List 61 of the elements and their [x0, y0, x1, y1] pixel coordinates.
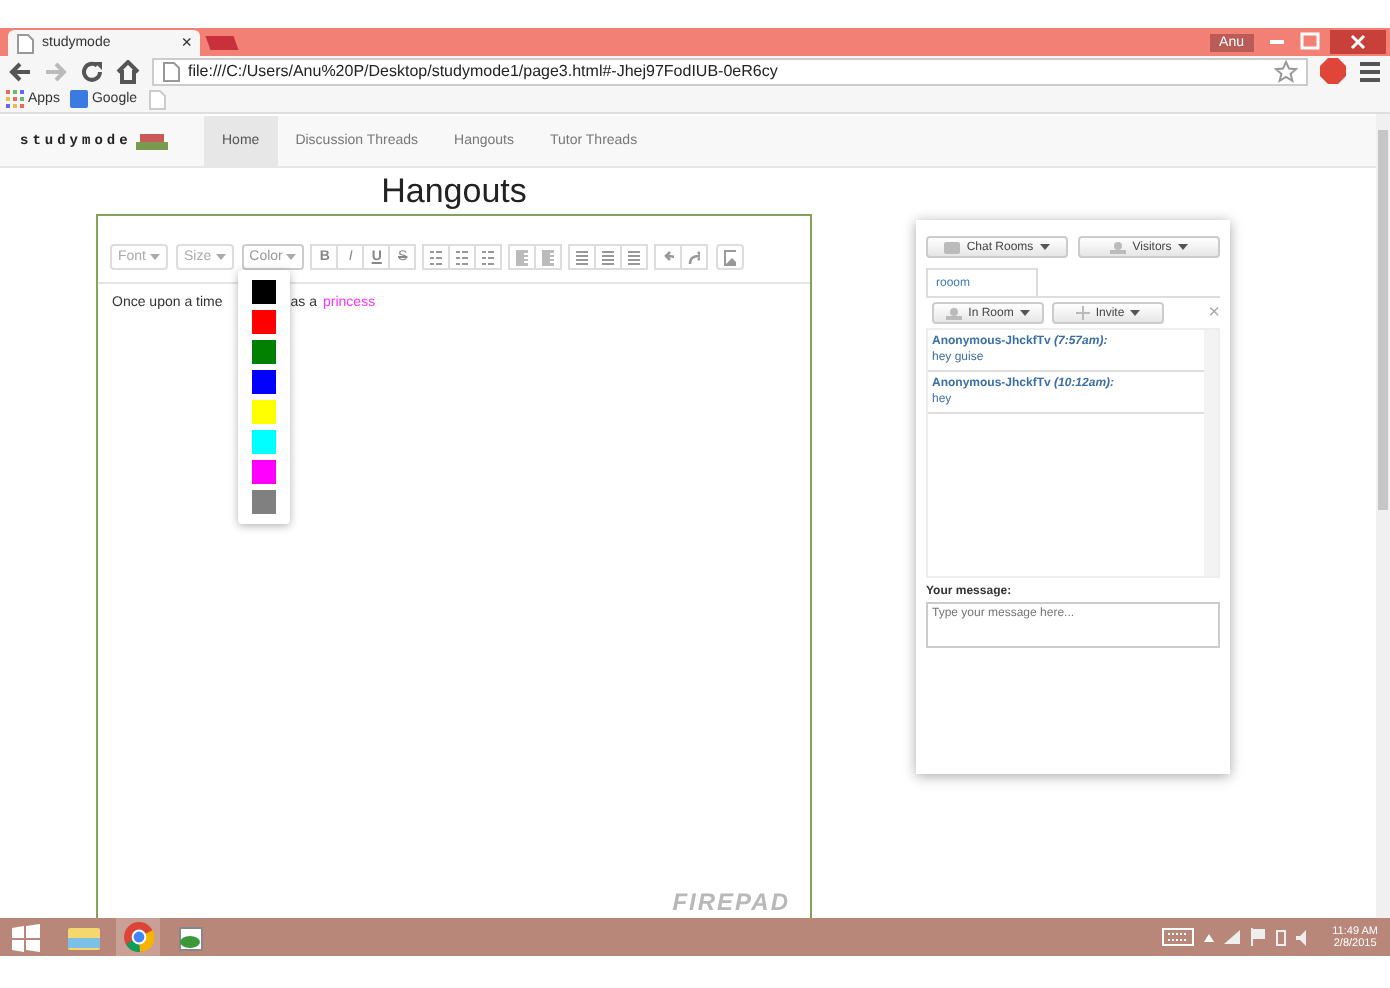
color-swatch[interactable]: [252, 280, 276, 304]
books-icon: [135, 131, 168, 151]
color-swatch[interactable]: [252, 460, 276, 484]
color-swatch[interactable]: [252, 400, 276, 424]
redo-icon[interactable]: [680, 244, 709, 270]
page-title: Hangouts: [381, 172, 527, 212]
caret-icon: [1130, 310, 1141, 316]
address-bar[interactable]: file:///C:/Users/Anu%20P/Desktop/studymode1/page3.html#-Jhej97FodIUB-0eR6cy: [152, 57, 1308, 85]
signal-icon[interactable]: [1224, 930, 1241, 944]
caret-icon: [1019, 310, 1030, 316]
color-swatch[interactable]: [252, 490, 276, 514]
adblock-icon[interactable]: [1320, 58, 1346, 84]
people-icon: [946, 307, 963, 319]
align-center-icon[interactable]: [594, 244, 623, 270]
caret-icon: [150, 254, 161, 260]
color-swatch[interactable]: [252, 310, 276, 334]
home-icon[interactable]: [116, 59, 140, 83]
align-left-icon[interactable]: [568, 244, 597, 270]
image-icon[interactable]: [716, 244, 745, 270]
new-tab-button[interactable]: [205, 36, 239, 50]
align-right-icon[interactable]: [620, 244, 649, 270]
paint-icon: [178, 923, 206, 951]
speaker-icon[interactable]: [1296, 929, 1311, 945]
people-icon: [1110, 241, 1127, 253]
indent-icon[interactable]: [508, 244, 537, 270]
taskbar-app[interactable]: [116, 918, 160, 956]
back-icon[interactable]: [8, 59, 32, 83]
chrome-icon: [123, 922, 153, 952]
undo-icon[interactable]: [654, 244, 683, 270]
star-icon[interactable]: [1274, 59, 1298, 83]
numbered-list-icon[interactable]: [448, 244, 477, 270]
color-swatch[interactable]: [252, 340, 276, 364]
flag-icon[interactable]: [1250, 928, 1267, 946]
firepad-watermark: FIREPAD: [672, 888, 790, 916]
reload-icon[interactable]: [80, 59, 104, 83]
color-swatch[interactable]: [252, 370, 276, 394]
keyboard-icon[interactable]: [1162, 928, 1195, 946]
close-tab-button[interactable]: ×: [181, 34, 192, 52]
caret-icon: [1039, 244, 1050, 250]
color-swatch[interactable]: [252, 430, 276, 454]
menu-icon[interactable]: [1358, 59, 1382, 83]
todo-list-icon[interactable]: [474, 244, 503, 270]
caret-icon: [215, 254, 226, 260]
windows-start-icon[interactable]: [12, 923, 40, 951]
apps-grid-icon: [6, 90, 24, 108]
url-text: file:///C:/Users/Anu%20P/Desktop/studymode1/page3.html#-Jhej97FodIUB-0eR6cy: [188, 62, 778, 80]
battery-icon[interactable]: [1276, 929, 1287, 945]
forward-icon[interactable]: [44, 59, 68, 83]
outdent-icon[interactable]: [534, 244, 563, 270]
scrollbar[interactable]: [1204, 330, 1218, 576]
caret-icon: [1177, 244, 1188, 250]
window-controls-icon[interactable]: [1270, 30, 1386, 54]
close-button[interactable]: ×: [1208, 304, 1220, 322]
google-icon: [69, 90, 88, 108]
caret-icon[interactable]: [1204, 933, 1215, 941]
chat-icon: [944, 241, 961, 253]
caret-icon: [286, 254, 297, 260]
plus-icon: [1075, 306, 1090, 320]
folder-icon: [68, 924, 100, 950]
bullet-list-icon[interactable]: [422, 244, 451, 270]
page-scrollbar[interactable]: [1376, 114, 1390, 918]
